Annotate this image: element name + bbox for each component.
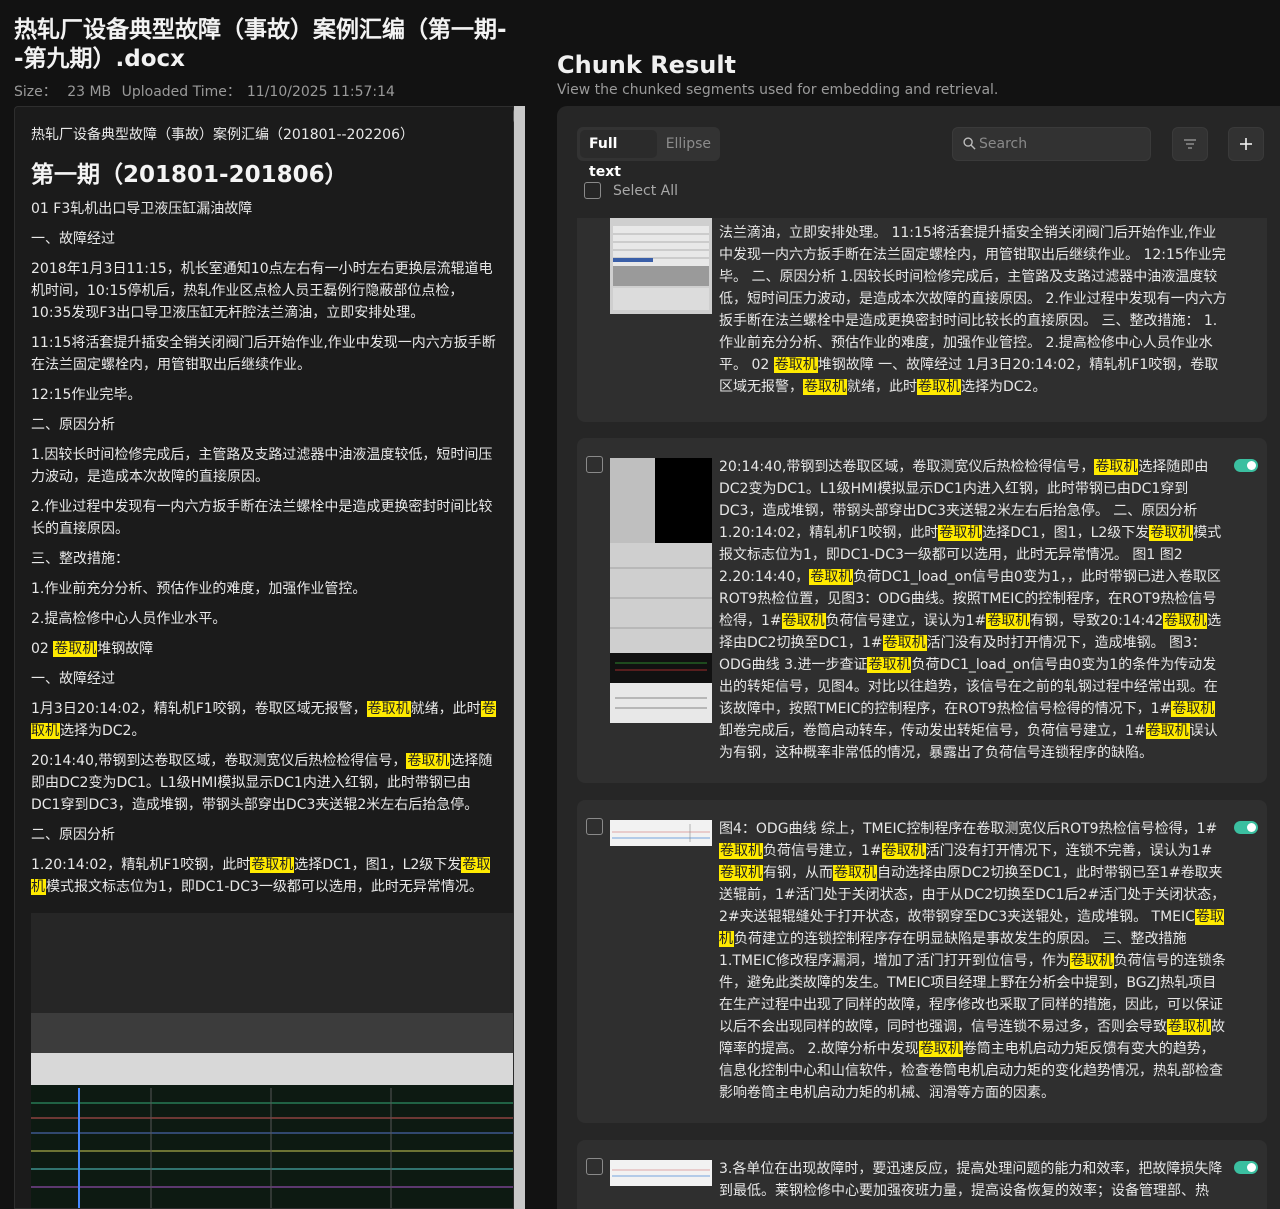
document-title: 热轧厂设备典型故障（事故）案例汇编（第一期--第九期）.docx xyxy=(14,17,507,72)
tab-full-text[interactable]: Full text xyxy=(580,130,657,180)
keyword-highlight: 卷取机 xyxy=(803,379,847,395)
keyword-highlight: 卷取机 xyxy=(366,701,411,717)
issue-heading: 第一期（201801-201806） xyxy=(31,162,348,188)
keyword-highlight: 卷取机 xyxy=(1145,723,1190,739)
plus-icon xyxy=(1240,138,1252,150)
document-preview-pane: 热轧厂设备典型故障（事故）案例汇编（第一期--第九期）.docx Size： 2… xyxy=(0,0,525,1209)
tab-ellipse[interactable]: Ellipse xyxy=(657,130,720,158)
keyword-highlight: 卷取机 xyxy=(53,641,98,657)
keyword-highlight: 卷取机 xyxy=(1171,701,1216,717)
chunk-card[interactable]: 进行紧急更换出故障的供电电源模块和系统，10:35发现F3出口导卫液压缸无杆腔法… xyxy=(577,218,1267,422)
keyword-highlight: 卷取机 xyxy=(833,865,877,881)
paragraph: 三、整改措施： xyxy=(31,551,129,567)
search-input[interactable]: Search xyxy=(952,127,1151,161)
chunk-thumbnail xyxy=(610,820,712,846)
chunk-text: 20:14:40,带钢到达卷取区域，卷取测宽仪后热检检得信号，卷取机选择随即由D… xyxy=(719,459,1222,761)
chunk-result-panel: Full text Ellipse Search Select All 法兰滴油… xyxy=(557,106,1280,1209)
paragraph: 1月3日20:14:02，精轧机F1咬钢，卷取区域无报警，卷取机就绪，此时卷取机… xyxy=(31,701,496,739)
document-content[interactable]: 热轧厂设备典型故障（事故）案例汇编（201801--202206） 第一期（20… xyxy=(14,106,525,1209)
filter-icon xyxy=(1184,139,1196,149)
chunk-text: 图4：ODG曲线 综上，TMEIC控制程序在卷取测宽仪后ROT9热检信号检得，1… xyxy=(719,821,1226,1101)
keyword-highlight: 卷取机 xyxy=(773,357,818,373)
chunk-checkbox[interactable] xyxy=(586,456,603,473)
keyword-highlight: 卷取机 xyxy=(881,843,926,859)
chunk-thumbnail xyxy=(610,218,712,314)
chunk-text: 3.各单位在出现故障时，要迅速反应，提高处理问题的能力和效率，把故障损失降到最低… xyxy=(719,1161,1223,1199)
paragraph: 1.作业前充分分析、预估作业的难度，加强作业管控。 xyxy=(31,581,367,597)
paragraph: 20:14:40,带钢到达卷取区域，卷取测宽仪后热检检得信号，卷取机选择随即由D… xyxy=(31,753,493,813)
document-meta: Size： 23 MB Uploaded Time： 11/10/2025 11:… xyxy=(14,81,395,101)
embedded-screenshot-image xyxy=(31,913,515,1208)
paragraph: 二、原因分析 xyxy=(31,417,115,433)
pane-resize-handle[interactable] xyxy=(514,106,525,1209)
keyword-highlight: 卷取机 xyxy=(917,379,961,395)
select-all-label: Select All xyxy=(613,182,678,199)
paragraph: 11:15将活套提升插安全销关闭阀门后开始作业,作业中发现一内六方扳手断在法兰固… xyxy=(31,335,496,373)
chunk-thumbnail xyxy=(610,1160,712,1186)
search-icon xyxy=(963,137,976,150)
uploaded-time: Uploaded Time： 11/10/2025 11:57:14 xyxy=(121,84,395,100)
chunk-list[interactable]: 进行紧急更换出故障的供电电源模块和系统，10:35发现F3出口导卫液压缸无杆腔法… xyxy=(557,218,1280,1209)
doc-header: 热轧厂设备典型故障（事故）案例汇编（201801--202206） xyxy=(31,127,414,143)
keyword-highlight: 卷取机 xyxy=(882,635,927,651)
keyword-highlight: 卷取机 xyxy=(918,1041,963,1057)
keyword-highlight: 卷取机 xyxy=(809,569,854,585)
keyword-highlight: 卷取机 xyxy=(1163,613,1208,629)
search-placeholder: Search xyxy=(979,136,1028,152)
paragraph: 2.提高检修中心人员作业水平。 xyxy=(31,611,227,627)
paragraph: 2.作业过程中发现有一内六方扳手断在法兰螺栓中是造成更换密封时间比较长的直接原因… xyxy=(31,499,493,537)
paragraph: 1.因较长时间检修完成后，主管路及支路过滤器中油液温度较低，短时间压力波动，是造… xyxy=(31,447,493,485)
chunk-card[interactable]: 20:14:40,带钢到达卷取区域，卷取测宽仪后热检检得信号，卷取机选择随即由D… xyxy=(577,438,1267,783)
keyword-highlight: 卷取机 xyxy=(719,843,763,859)
keyword-highlight: 卷取机 xyxy=(867,657,912,673)
paragraph: 二、原因分析 xyxy=(31,827,115,843)
keyword-highlight: 卷取机 xyxy=(938,525,983,541)
paragraph: 2018年1月3日11:15，机长室通知10点左右有一小时左右更换层流辊道电机时… xyxy=(31,261,493,321)
chunk-checkbox[interactable] xyxy=(586,1158,603,1175)
paragraph: 01 F3轧机出口导卫液压缸漏油故障 xyxy=(31,201,253,217)
chunk-thumbnail xyxy=(610,458,712,723)
chunk-enable-toggle[interactable] xyxy=(1234,821,1258,834)
paragraph: 02 卷取机堆钢故障 xyxy=(31,641,154,657)
chunk-card[interactable]: 图4：ODG曲线 综上，TMEIC控制程序在卷取测宽仪后ROT9热检信号检得，1… xyxy=(577,800,1267,1123)
keyword-highlight: 卷取机 xyxy=(1149,525,1194,541)
keyword-highlight: 卷取机 xyxy=(1094,459,1139,475)
chunk-enable-toggle[interactable] xyxy=(1234,459,1258,472)
keyword-highlight: 卷取机 xyxy=(719,865,763,881)
keyword-highlight: 卷取机 xyxy=(781,613,826,629)
paragraph: 一、故障经过 xyxy=(31,671,115,687)
paragraph: 一、故障经过 xyxy=(31,231,115,247)
keyword-highlight: 卷取机 xyxy=(250,857,295,873)
chunk-result-subtitle: View the chunked segments used for embed… xyxy=(557,82,999,98)
filter-button[interactable] xyxy=(1172,127,1208,161)
add-chunk-button[interactable] xyxy=(1228,127,1264,161)
size-label: Size： 23 MB xyxy=(14,84,112,100)
keyword-highlight: 卷取机 xyxy=(986,613,1031,629)
paragraph: 1.20:14:02，精轧机F1咬钢，此时卷取机选择DC1，图1，L2级下发卷取… xyxy=(31,857,491,895)
select-all-checkbox[interactable] xyxy=(584,182,601,199)
keyword-highlight: 卷取机 xyxy=(1069,953,1114,969)
chunk-checkbox[interactable] xyxy=(586,818,603,835)
chunk-result-title: Chunk Result xyxy=(557,51,737,79)
chunk-enable-toggle[interactable] xyxy=(1234,1161,1258,1174)
chunk-card[interactable]: 3.各单位在出现故障时，要迅速反应，提高处理问题的能力和效率，把故障损失降到最低… xyxy=(577,1140,1267,1209)
select-all-control[interactable]: Select All xyxy=(584,182,678,199)
keyword-highlight: 卷取机 xyxy=(406,753,451,769)
paragraph: 12:15作业完毕。 xyxy=(31,387,142,403)
view-mode-toggle: Full text Ellipse xyxy=(577,127,720,180)
chunk-text: 进行紧急更换出故障的供电电源模块和系统，10:35发现F3出口导卫液压缸无杆腔法… xyxy=(719,218,1227,395)
keyword-highlight: 卷取机 xyxy=(1167,1019,1211,1035)
